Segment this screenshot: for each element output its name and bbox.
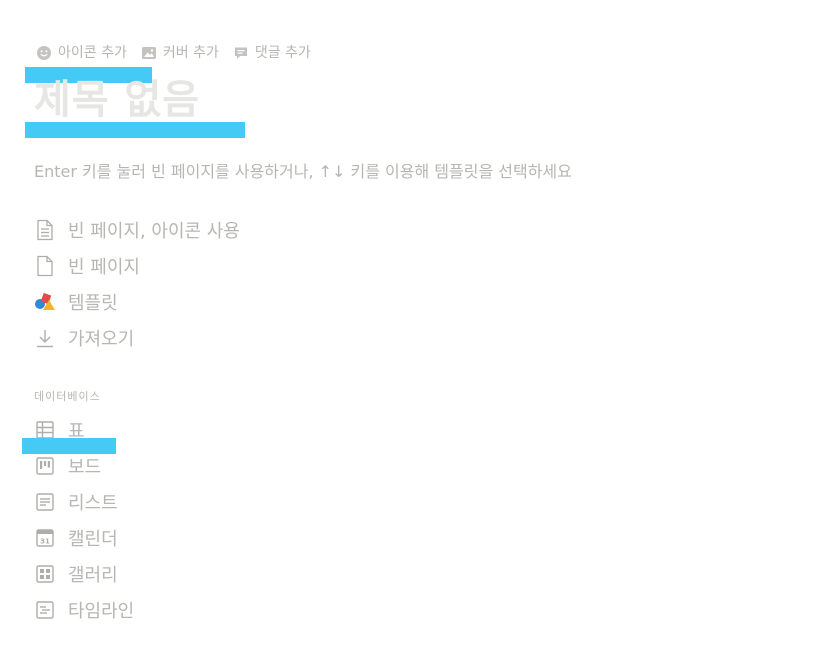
document-lines-icon [34, 219, 56, 241]
option-label: 가져오기 [68, 329, 135, 350]
comment-icon [233, 45, 249, 61]
database-option-gallery[interactable]: 갤러리 [34, 556, 134, 592]
new-page-hint: Enter 키를 눌러 빈 페이지를 사용하거나, ↑↓ 키를 이용해 템플릿을… [34, 162, 572, 181]
timeline-icon [34, 599, 56, 621]
template-shapes-icon [34, 291, 56, 313]
board-icon [34, 455, 56, 477]
option-empty[interactable]: 빈 페이지 [34, 248, 240, 284]
add-icon-label: 아이콘 추가 [58, 45, 127, 61]
smiley-icon [36, 45, 52, 61]
option-label: 빈 페이지, 아이콘 사용 [68, 221, 240, 242]
database-option-list[interactable]: 리스트 [34, 484, 134, 520]
add-cover-label: 커버 추가 [162, 45, 219, 61]
gallery-icon [34, 563, 56, 585]
add-comment-label: 댓글 추가 [254, 45, 311, 61]
option-label: 보드 [68, 457, 102, 478]
image-icon [141, 45, 157, 61]
option-label: 빈 페이지 [68, 257, 140, 278]
document-icon [34, 255, 56, 277]
page-title[interactable]: 제목 없음 [34, 73, 200, 127]
database-option-calendar[interactable]: 31 캘린더 [34, 520, 134, 556]
option-empty-with-icon[interactable]: 빈 페이지, 아이콘 사용 [34, 212, 240, 248]
download-icon [34, 327, 56, 349]
list-icon [34, 491, 56, 513]
add-cover-button[interactable]: 커버 추가 [141, 43, 219, 63]
calendar-icon: 31 [34, 527, 56, 549]
highlight-bar-table [22, 438, 116, 454]
add-icon-button[interactable]: 아이콘 추가 [36, 43, 127, 63]
option-label: 캘린더 [68, 529, 118, 550]
page-meta-actions: 아이콘 추가 커버 추가 댓글 추가 [36, 43, 311, 63]
highlight-bar-title [25, 122, 245, 138]
option-label: 타임라인 [68, 601, 135, 622]
database-section-label: 데이터베이스 [34, 390, 101, 403]
database-option-timeline[interactable]: 타임라인 [34, 592, 134, 628]
calendar-day-text: 31 [40, 538, 50, 546]
option-label: 리스트 [68, 493, 118, 514]
option-label: 갤러리 [68, 565, 118, 586]
page-options-list: 빈 페이지, 아이콘 사용 빈 페이지 템플릿 가져오기 [34, 212, 240, 356]
option-templates[interactable]: 템플릿 [34, 284, 240, 320]
page: 아이콘 추가 커버 추가 댓글 추가 제목 없음 Enter 키를 눌러 빈 페… [0, 0, 830, 646]
add-comment-button[interactable]: 댓글 추가 [233, 43, 311, 63]
option-import[interactable]: 가져오기 [34, 320, 240, 356]
option-label: 템플릿 [68, 293, 118, 314]
